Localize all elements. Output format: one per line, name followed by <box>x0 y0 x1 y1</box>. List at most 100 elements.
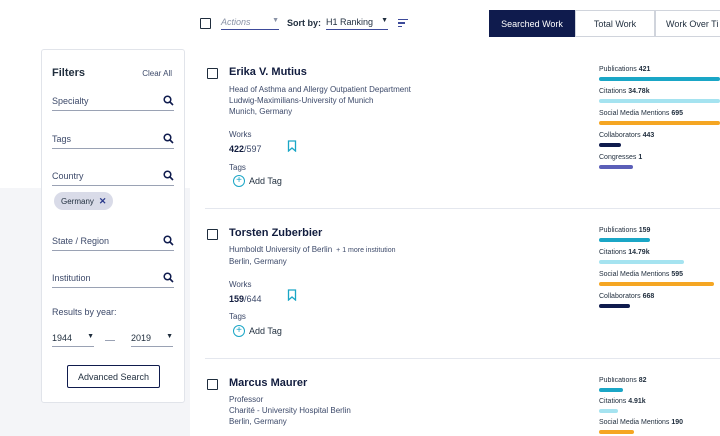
bookmark-icon[interactable] <box>287 140 297 154</box>
metric-bar <box>599 238 650 242</box>
chevron-down-icon: ▼ <box>166 333 173 340</box>
actions-dropdown[interactable]: Actions ▼ <box>221 17 279 30</box>
select-all-checkbox[interactable] <box>200 17 211 29</box>
metric-social-media: Social Media Mentions 595 <box>599 271 720 286</box>
tab-total-work[interactable]: Total Work <box>575 10 655 37</box>
sort-order-icon[interactable] <box>398 17 409 29</box>
tags-label: Tags <box>52 134 72 144</box>
works-count: 422/597 <box>229 144 262 154</box>
location-line: Berlin, Germany <box>229 417 287 426</box>
plus-icon: + <box>233 325 245 337</box>
metric-bar <box>599 304 630 308</box>
metric-bar <box>599 77 720 81</box>
search-icon <box>163 235 174 246</box>
metric-publications: Publications 82 <box>599 377 720 392</box>
tags-field[interactable]: Tags <box>52 133 174 149</box>
country-label: Country <box>52 171 84 181</box>
add-tag-button[interactable]: + Add Tag <box>233 175 282 187</box>
divider <box>205 358 720 359</box>
search-icon <box>163 133 174 144</box>
results-by-year-label: Results by year: <box>52 307 117 317</box>
chevron-down-icon: ▼ <box>272 16 279 24</box>
add-tag-label: Add Tag <box>249 176 282 186</box>
metric-bar <box>599 430 634 434</box>
researcher-name[interactable]: Torsten Zuberbier <box>229 227 322 239</box>
search-icon <box>163 170 174 181</box>
metric-citations: Citations 14.79k <box>599 249 720 264</box>
more-institutions-link[interactable]: + 1 more institution <box>336 247 395 254</box>
metric-collaborators: Collaborators 443 <box>599 132 720 147</box>
result-card: Marcus Maurer Professor Charité - Univer… <box>205 377 720 436</box>
metric-bar <box>599 260 684 264</box>
affiliation-line: Charité - University Hospital Berlin <box>229 406 351 415</box>
search-icon <box>163 95 174 106</box>
metric-bar <box>599 409 618 413</box>
clear-all-link[interactable]: Clear All <box>142 69 172 78</box>
sort-value: H1 Ranking <box>326 16 374 27</box>
metric-social-media: Social Media Mentions 695 <box>599 110 720 125</box>
filters-title: Filters <box>52 67 86 79</box>
affiliation-line: Humboldt University of Berlin + 1 more in… <box>229 245 396 254</box>
specialty-label: Specialty <box>52 96 89 106</box>
location-line: Munich, Germany <box>229 107 293 116</box>
affiliation-line: Head of Asthma and Allergy Outpatient De… <box>229 85 411 94</box>
result-checkbox[interactable] <box>207 68 218 79</box>
researcher-name[interactable]: Marcus Maurer <box>229 377 307 389</box>
actions-label: Actions <box>221 16 251 27</box>
metric-bar <box>599 388 623 392</box>
works-label: Works <box>229 130 252 139</box>
view-tabs: Searched Work Total Work Work Over Ti <box>489 10 720 37</box>
sort-label: Sort by: <box>287 18 322 28</box>
institution-label: Institution <box>52 273 91 283</box>
result-checkbox[interactable] <box>207 229 218 240</box>
metric-publications: Publications 159 <box>599 227 720 242</box>
tags-label: Tags <box>229 163 246 172</box>
close-icon[interactable]: ✕ <box>99 196 107 207</box>
result-card: Erika V. Mutius Head of Asthma and Aller… <box>205 66 720 196</box>
tab-searched-work[interactable]: Searched Work <box>489 10 575 37</box>
works-count: 159/644 <box>229 294 262 304</box>
metric-collaborators: Collaborators 668 <box>599 293 720 308</box>
year-to-value: 2019 <box>131 333 152 343</box>
advanced-search-button[interactable]: Advanced Search <box>67 365 160 388</box>
year-range-divider <box>105 340 115 341</box>
metric-bar <box>599 143 621 147</box>
state-label: State / Region <box>52 236 110 246</box>
chevron-down-icon: ▼ <box>381 16 389 24</box>
state-region-field[interactable]: State / Region <box>52 235 174 251</box>
specialty-field[interactable]: Specialty <box>52 95 174 111</box>
chip-label: Germany <box>61 196 94 206</box>
metric-bar <box>599 282 714 286</box>
country-chip: Germany ✕ <box>54 192 114 210</box>
bookmark-icon[interactable] <box>287 289 297 303</box>
results-toolbar: Actions ▼ Sort by: H1 Ranking ▼ <box>200 10 409 36</box>
location-line: Berlin, Germany <box>229 257 287 266</box>
filters-panel: Filters Clear All Specialty Tags Country… <box>41 49 185 403</box>
tab-work-over-time[interactable]: Work Over Ti <box>655 10 720 37</box>
add-tag-label: Add Tag <box>249 326 282 336</box>
plus-icon: + <box>233 175 245 187</box>
result-checkbox[interactable] <box>207 379 218 390</box>
metric-social-media: Social Media Mentions 190 <box>599 419 720 434</box>
metric-bar <box>599 165 633 169</box>
search-icon <box>163 272 174 283</box>
metric-bar <box>599 121 720 125</box>
add-tag-button[interactable]: + Add Tag <box>233 325 282 337</box>
researcher-name[interactable]: Erika V. Mutius <box>229 66 307 78</box>
chevron-down-icon: ▼ <box>87 333 94 340</box>
metric-congresses: Congresses 1 <box>599 154 720 169</box>
metric-citations: Citations 34.78k <box>599 88 720 103</box>
affiliation-line: Ludwig-Maximilians-University of Munich <box>229 96 374 105</box>
metric-citations: Citations 4.91k <box>599 398 720 413</box>
tags-label: Tags <box>229 312 246 321</box>
year-from-select[interactable]: 1944 ▼ <box>52 333 94 347</box>
divider <box>205 208 720 209</box>
year-from-value: 1944 <box>52 333 73 343</box>
result-card: Torsten Zuberbier Humboldt University of… <box>205 227 720 347</box>
metric-publications: Publications 421 <box>599 66 720 81</box>
country-field[interactable]: Country <box>52 170 174 186</box>
year-to-select[interactable]: 2019 ▼ <box>131 333 173 347</box>
title-line: Professor <box>229 395 264 404</box>
sort-dropdown[interactable]: H1 Ranking ▼ <box>326 16 389 30</box>
institution-field[interactable]: Institution <box>52 272 174 288</box>
